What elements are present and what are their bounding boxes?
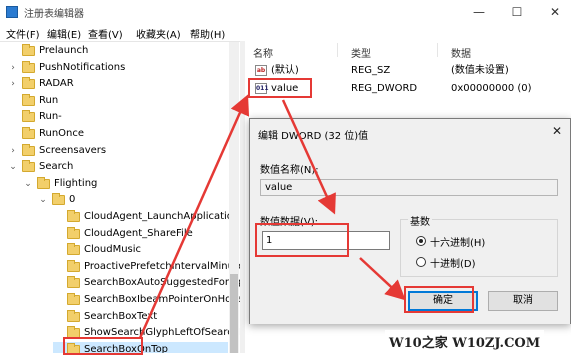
arrow-to-value — [138, 94, 250, 339]
site-watermark: W10之家 W10ZJ.COM — [385, 330, 545, 353]
arrow-to-data-input — [281, 99, 336, 215]
annotation-arrows — [138, 94, 406, 339]
arrow-to-ok — [359, 257, 406, 301]
